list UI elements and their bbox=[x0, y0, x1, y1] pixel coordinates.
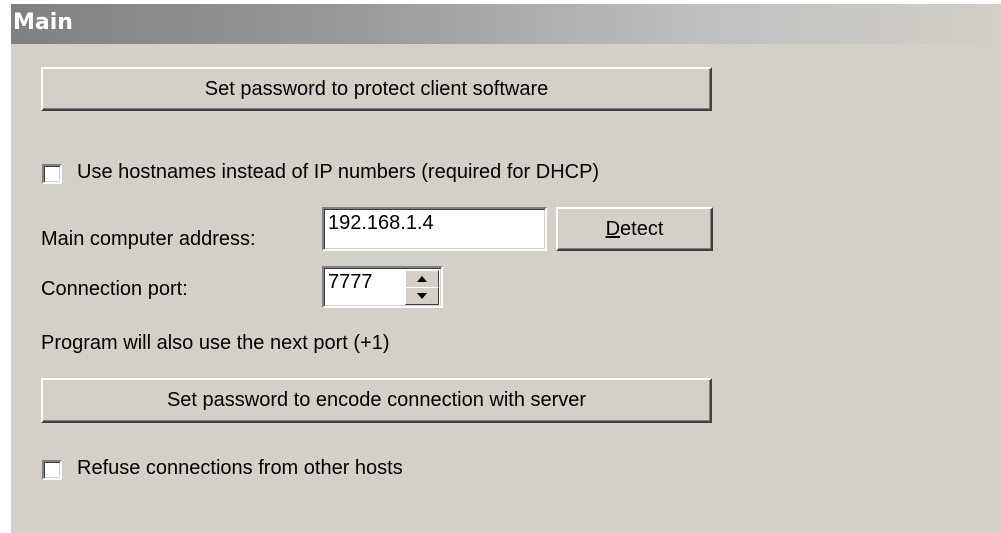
refuse-connections-checkbox[interactable] bbox=[42, 460, 62, 480]
set-encode-password-button-label: Set password to encode connection with s… bbox=[166, 389, 587, 411]
detect-button[interactable]: Detect bbox=[556, 207, 713, 251]
use-hostnames-label[interactable]: Use hostnames instead of IP numbers (req… bbox=[77, 161, 599, 184]
triangle-up-icon bbox=[417, 276, 427, 282]
set-client-password-button-label: Set password to protect client software bbox=[204, 77, 549, 100]
set-client-password-button[interactable]: Set password to protect client software bbox=[41, 67, 712, 111]
port-spin-down-button[interactable] bbox=[405, 287, 439, 305]
triangle-down-icon bbox=[417, 293, 427, 299]
detect-button-label: Detect bbox=[605, 217, 664, 240]
next-port-note: Program will also use the next port (+1) bbox=[41, 332, 390, 354]
main-panel: Main Set password to protect client soft… bbox=[10, 4, 1001, 533]
address-input[interactable]: 192.168.1.4 bbox=[322, 207, 547, 251]
section-title: Main bbox=[13, 10, 73, 35]
use-hostnames-checkbox[interactable] bbox=[42, 164, 62, 184]
port-label: Connection port: bbox=[41, 278, 188, 300]
section-header: Main bbox=[11, 4, 1001, 44]
port-spin-up-button[interactable] bbox=[405, 270, 439, 288]
address-label: Main computer address: bbox=[41, 228, 256, 250]
set-encode-password-button[interactable]: Set password to encode connection with s… bbox=[41, 378, 712, 423]
refuse-connections-label[interactable]: Refuse connections from other hosts bbox=[77, 457, 403, 480]
